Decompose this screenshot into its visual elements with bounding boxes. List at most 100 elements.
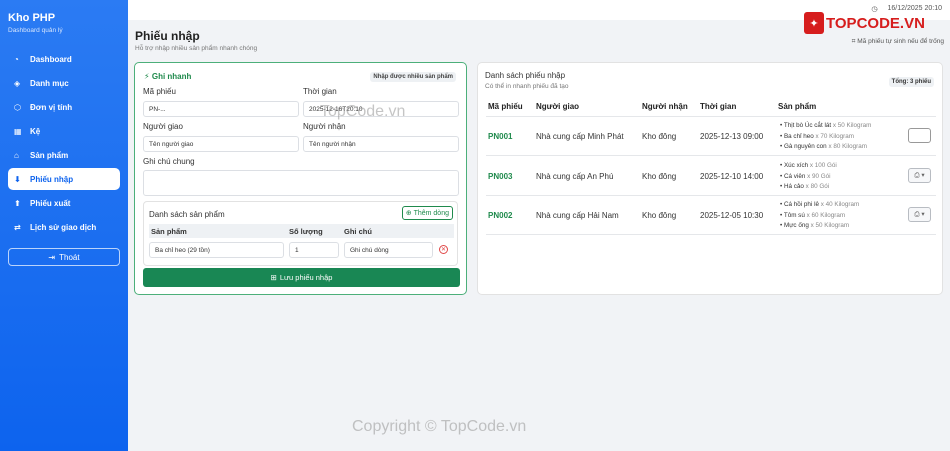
- row-time: 2025-12-05 10:30: [700, 211, 764, 220]
- auto-code-hint: ⌗ Mã phiếu tự sinh nếu để trống: [852, 38, 944, 46]
- total-badge: Tổng: 3 phiếu: [888, 77, 934, 87]
- sidebar-item-label: Sản phẩm: [30, 150, 69, 160]
- logout-label: Thoát: [59, 252, 80, 262]
- row-deliverer: Nhà cung cấp Minh Phát: [536, 132, 624, 141]
- sidebar-item-label: Danh mục: [30, 78, 69, 88]
- printer-icon: ⎙ ▾: [914, 211, 925, 218]
- product-list-box: Danh sách sản phẩm ⊕ Thêm dòng Sản phẩm …: [143, 201, 458, 266]
- app-title: Kho PHP: [8, 12, 56, 24]
- inbox-icon: ⬇: [14, 174, 21, 184]
- sidebar-item-label: Dashboard: [30, 54, 72, 64]
- quick-entry-title: ⚡ Ghi nhanh: [144, 72, 191, 81]
- row-items: • Xúc xích x 100 Gói • Cá viên x 90 Gói …: [780, 161, 837, 193]
- app-subtitle: Dashboard quản lý: [8, 27, 63, 34]
- list-item: • Tôm sú x 60 Kilogram: [780, 211, 846, 219]
- code-input[interactable]: PN-...: [143, 101, 299, 117]
- save-label: Lưu phiếu nhập: [279, 273, 333, 282]
- quick-entry-label: Ghi nhanh: [151, 72, 192, 81]
- row-divider: [486, 234, 936, 235]
- speedometer-icon: ◔: [14, 54, 19, 64]
- list-item: • Cá viên x 90 Gói: [780, 172, 831, 180]
- hint-text: Mã phiếu tự sinh nếu để trống: [857, 38, 944, 45]
- row-code[interactable]: PN001: [488, 132, 512, 141]
- deliverer-label: Người giao: [143, 122, 183, 131]
- list-item: • Xúc xích x 100 Gói: [780, 162, 837, 169]
- list-item: • Thịt bò Úc cắt lát x 50 Kilogram: [780, 122, 872, 129]
- row-time: 2025-12-10 14:00: [700, 172, 764, 181]
- header-divider: [486, 116, 936, 117]
- page-title: Phiếu nhập: [135, 29, 200, 43]
- history-icon: ⇄: [14, 222, 21, 232]
- print-button[interactable]: [908, 128, 931, 143]
- remove-row-icon[interactable]: ✕: [439, 245, 448, 254]
- sidebar-item-label: Kệ: [30, 126, 41, 136]
- watermark-center: TopCode.vn: [320, 103, 406, 120]
- th-code: Mã phiếu: [488, 102, 523, 111]
- col-note: Ghi chú: [344, 227, 372, 236]
- sidebar-item-categories[interactable]: ◈ Danh mục: [8, 72, 120, 94]
- row-note-input[interactable]: Ghi chú dòng: [344, 242, 433, 258]
- row-code[interactable]: PN003: [488, 172, 512, 181]
- import-list-card: Danh sách phiếu nhập Có thể in nhanh phi…: [477, 62, 943, 295]
- sidebar-item-label: Lịch sử giao dịch: [30, 222, 97, 232]
- row-receiver: Kho đông: [642, 172, 677, 181]
- th-deliverer: Người giao: [536, 102, 580, 111]
- lightning-icon: ⚡: [144, 72, 152, 81]
- row-time: 2025-12-13 09:00: [700, 132, 764, 141]
- sidebar-item-products[interactable]: ⌂ Sản phẩm: [8, 144, 120, 166]
- sidebar-item-label: Phiếu xuất: [30, 198, 71, 208]
- th-receiver: Người nhận: [642, 102, 688, 111]
- printer-icon: ⎙ ▾: [914, 172, 925, 179]
- row-divider: [486, 195, 936, 196]
- row-deliverer: Nhà cung cấp An Phú: [536, 172, 614, 181]
- row-receiver: Kho đông: [642, 132, 677, 141]
- list-title: Danh sách phiếu nhập: [485, 71, 566, 80]
- row-deliverer: Nhà cung cấp Hải Nam: [536, 211, 619, 220]
- time-label: Thời gian: [303, 87, 337, 96]
- sidebar-item-dashboard[interactable]: ◔ Dashboard: [8, 48, 120, 70]
- sidebar-item-label: Phiếu nhập: [30, 174, 74, 184]
- watermark-footer: Copyright © TopCode.vn: [352, 418, 527, 435]
- note-textarea[interactable]: [143, 170, 459, 196]
- brand: Kho PHP Dashboard quản lý: [0, 0, 128, 34]
- multi-product-badge: Nhập được nhiều sản phẩm: [370, 72, 456, 82]
- topcode-logo-icon: ✦: [804, 12, 824, 34]
- logout-icon: ⇥: [48, 252, 56, 262]
- list-subtitle: Có thể in nhanh phiếu đã tạo: [485, 83, 569, 90]
- row-items: • Thịt bò Úc cắt lát x 50 Kilogram • Ba …: [780, 121, 871, 153]
- note-label: Ghi chú chung: [143, 157, 195, 166]
- receiver-input[interactable]: Tên người nhận: [303, 136, 459, 152]
- add-row-label: Thêm dòng: [413, 210, 449, 217]
- product-list-title: Danh sách sản phẩm: [149, 210, 225, 219]
- list-item: • Há cảo x 80 Gói: [780, 183, 830, 190]
- add-row-button[interactable]: ⊕ Thêm dòng: [401, 206, 453, 220]
- topcode-logo: ✦ TOPCODE.VN: [804, 12, 925, 34]
- sidebar-item-shelves[interactable]: ▦ Kệ: [8, 120, 120, 142]
- col-product: Sản phẩm: [151, 227, 187, 236]
- print-button[interactable]: ⎙ ▾: [908, 207, 931, 222]
- logout-button[interactable]: ⇥ Thoát: [8, 248, 120, 266]
- list-item: • Gà nguyên con x 80 Kilogram: [780, 143, 867, 150]
- th-products: Sản phẩm: [778, 102, 817, 111]
- deliverer-input[interactable]: Tên người giao: [143, 136, 299, 152]
- product-table-header: Sản phẩm Số lượng Ghi chú: [149, 224, 454, 238]
- row-items: • Cá hồi phi lê x 40 Kilogram • Tôm sú x…: [780, 200, 859, 232]
- sidebar-item-import[interactable]: ⬇ Phiếu nhập: [8, 168, 120, 190]
- page-subtitle: Hỗ trợ nhập nhiều sản phẩm nhanh chóng: [135, 45, 258, 52]
- product-select[interactable]: Ba chỉ heo (29 tồn): [149, 242, 284, 258]
- sidebar-item-history[interactable]: ⇄ Lịch sử giao dịch: [8, 216, 120, 238]
- topcode-logo-text: TOPCODE.VN: [826, 14, 925, 32]
- sidebar-item-units[interactable]: ⬡ Đơn vị tính: [8, 96, 120, 118]
- th-time: Thời gian: [700, 102, 737, 111]
- list-item: • Cá hồi phi lê x 40 Kilogram: [780, 201, 860, 208]
- sidebar: Kho PHP Dashboard quản lý ◔ Dashboard ◈ Da…: [0, 0, 128, 451]
- store-icon: ⌂: [14, 150, 19, 160]
- tags-icon: ◈: [14, 78, 21, 88]
- sidebar-item-export[interactable]: ⬆ Phiếu xuất: [8, 192, 120, 214]
- row-code[interactable]: PN002: [488, 211, 512, 220]
- qty-input[interactable]: 1: [289, 242, 339, 258]
- grid-icon: ▦: [14, 126, 22, 136]
- print-button[interactable]: ⎙ ▾: [908, 168, 931, 183]
- box-icon: ⬡: [14, 102, 21, 112]
- save-import-button[interactable]: ⊞ Lưu phiếu nhập: [143, 268, 460, 287]
